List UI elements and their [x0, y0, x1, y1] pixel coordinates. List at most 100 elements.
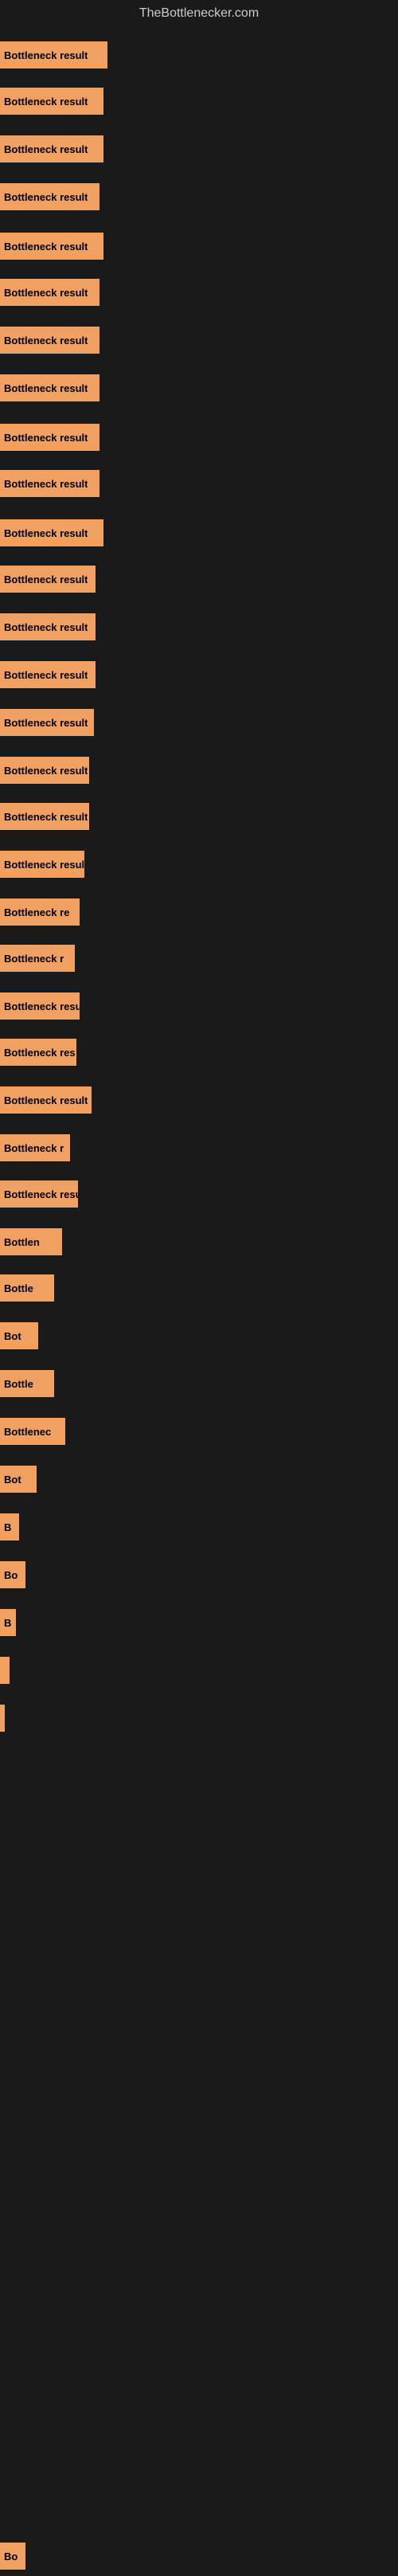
- bar-label: Bottleneck r: [4, 1142, 64, 1154]
- bar-label: Bottleneck result: [4, 143, 88, 155]
- result-bar: Bottleneck result: [0, 613, 96, 640]
- bar-item: Bottleneck result: [0, 797, 398, 836]
- result-bar: Bottleneck result: [0, 803, 89, 830]
- site-title: TheBottlenecker.com: [0, 0, 398, 27]
- bar-item: Bot: [0, 1316, 398, 1356]
- bar-item: Bottleneck result: [0, 607, 398, 647]
- bar-item: B: [0, 1603, 398, 1642]
- bar-label: Bottleneck result: [4, 241, 88, 253]
- bar-item: Bottleneck result: [0, 464, 398, 503]
- bar-label: Bottleneck r: [4, 953, 64, 965]
- result-bar: B: [0, 1609, 16, 1636]
- bar-label: Bo: [4, 1569, 18, 1581]
- result-bar: Bottleneck result: [0, 374, 100, 401]
- bar-item: B: [0, 1507, 398, 1547]
- bar-item: Bottleneck re: [0, 892, 398, 932]
- bar-item: Bottleneck resu: [0, 1174, 398, 1214]
- bar-label: Bottleneck resu: [4, 1188, 78, 1200]
- bar-item: Bo: [0, 1555, 398, 1595]
- bar-item: Bottleneck result: [0, 1080, 398, 1120]
- result-bar: Bottle: [0, 1274, 54, 1302]
- bar-label: Bottleneck result: [4, 432, 88, 444]
- result-bar: Bo: [0, 1561, 25, 1588]
- bar-label: B: [4, 1521, 11, 1533]
- result-bar: Bottle: [0, 1370, 54, 1397]
- bar-item: Bottleneck result: [0, 368, 398, 408]
- bar-label: Bottleneck result: [4, 96, 88, 108]
- result-bar: Bottleneck r: [0, 1134, 70, 1161]
- result-bar: Bottleneck result: [0, 757, 89, 784]
- bar-label: Bot: [4, 1330, 21, 1342]
- bar-item: Bottleneck result: [0, 272, 398, 312]
- bar-label: Bottleneck result: [4, 335, 88, 346]
- result-bar: Bottleneck result: [0, 233, 103, 260]
- result-bar: Bottleneck result: [0, 135, 103, 162]
- bar-label: B: [4, 1617, 11, 1629]
- bar-label: Bottleneck result: [4, 811, 88, 823]
- bar-item: Bo: [0, 2536, 398, 2576]
- result-bar: Bo: [0, 2543, 25, 2570]
- bar-item: Bottleneck result: [0, 559, 398, 599]
- bar-label: Bottleneck re: [4, 906, 69, 918]
- result-bar: Bottleneck result: [0, 1086, 92, 1114]
- bar-label: Bottleneck result: [4, 478, 88, 490]
- result-bar: Bottleneck result: [0, 470, 100, 497]
- bar-item: Bottle: [0, 1268, 398, 1308]
- bar-label: Bottlenec: [4, 1426, 51, 1438]
- bar-label: Bottleneck result: [4, 527, 88, 539]
- bar-label: Bottle: [4, 1378, 33, 1390]
- bar-label: Bottleneck result: [4, 49, 88, 61]
- bar-item: Bottle: [0, 1364, 398, 1403]
- result-bar: Bottleneck result: [0, 661, 96, 688]
- result-bar: [0, 1705, 5, 1732]
- bar-label: Bottleneck res: [4, 1047, 76, 1059]
- bar-label: Bo: [4, 2551, 18, 2562]
- result-bar: Bottleneck result: [0, 183, 100, 210]
- bar-item: Bottleneck result: [0, 129, 398, 169]
- bar-item: Bot: [0, 1459, 398, 1499]
- bar-label: Bottleneck result: [4, 382, 88, 394]
- bar-label: Bottleneck result: [4, 859, 84, 871]
- bar-label: Bottleneck result: [4, 669, 88, 681]
- bar-label: Bottlen: [4, 1236, 40, 1248]
- result-bar: Bottleneck result: [0, 566, 96, 593]
- result-bar: Bottleneck result: [0, 41, 107, 69]
- bar-item: Bottlenec: [0, 1411, 398, 1451]
- result-bar: Bottleneck result: [0, 851, 84, 878]
- result-bar: Bottleneck result: [0, 709, 94, 736]
- result-bar: Bottleneck r: [0, 945, 75, 972]
- bar-item: Bottleneck result: [0, 703, 398, 742]
- bar-label: Bottleneck result: [4, 574, 88, 585]
- bar-item: Bottleneck result: [0, 655, 398, 695]
- result-bar: Bot: [0, 1466, 37, 1493]
- result-bar: Bottlen: [0, 1228, 62, 1255]
- bar-item: Bottleneck result: [0, 417, 398, 457]
- bar-label: Bottleneck result: [4, 1094, 88, 1106]
- bar-item: Bottleneck result: [0, 750, 398, 790]
- bar-item: [0, 1650, 398, 1690]
- result-bar: Bottlenec: [0, 1418, 65, 1445]
- bar-item: Bottleneck result: [0, 844, 398, 884]
- bars-container: Bottleneck result Bottleneck result Bottle…: [0, 27, 398, 2576]
- bar-item: Bottleneck result: [0, 513, 398, 553]
- bar-label: Bottle: [4, 1282, 33, 1294]
- bar-item: Bottleneck resu: [0, 986, 398, 1026]
- bar-item: Bottleneck res: [0, 1032, 398, 1072]
- result-bar: Bottleneck result: [0, 519, 103, 546]
- result-bar: Bottleneck result: [0, 327, 100, 354]
- result-bar: B: [0, 1513, 19, 1541]
- result-bar: Bottleneck result: [0, 279, 100, 306]
- bar-label: Bottleneck result: [4, 765, 88, 777]
- result-bar: Bottleneck re: [0, 898, 80, 926]
- result-bar: Bottleneck result: [0, 88, 103, 115]
- bar-item: Bottleneck result: [0, 226, 398, 266]
- result-bar: Bot: [0, 1322, 38, 1349]
- bar-item: Bottleneck result: [0, 177, 398, 217]
- bar-label: Bottleneck result: [4, 287, 88, 299]
- result-bar: Bottleneck resu: [0, 1180, 78, 1208]
- bar-item: Bottleneck r: [0, 938, 398, 978]
- result-bar: Bottleneck result: [0, 424, 100, 451]
- bar-label: Bot: [4, 1474, 21, 1486]
- bar-label: Bottleneck result: [4, 191, 88, 203]
- bar-item: Bottleneck result: [0, 81, 398, 121]
